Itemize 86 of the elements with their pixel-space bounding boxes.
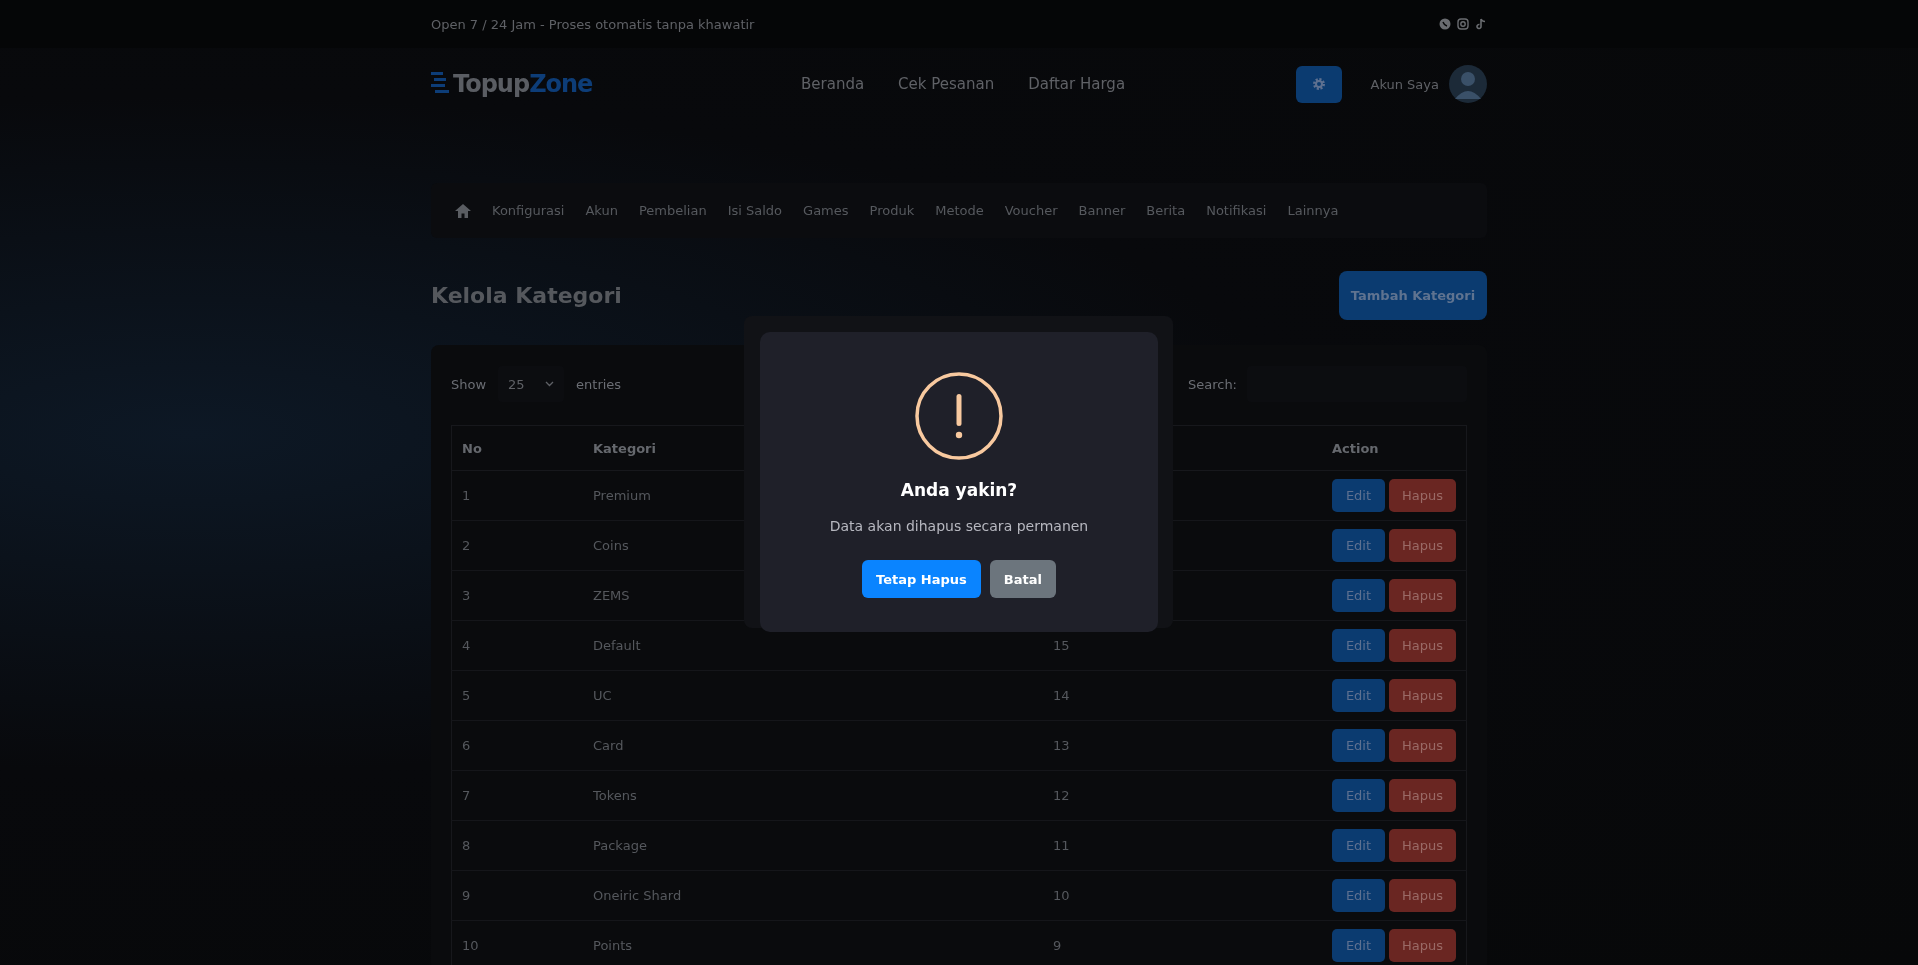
column-header: No xyxy=(462,440,482,456)
confirm-button[interactable]: Tetap Hapus xyxy=(862,560,981,598)
table-cell: 3 xyxy=(462,588,471,603)
table-cell: 9 xyxy=(462,888,471,903)
chat-icon[interactable] xyxy=(1439,18,1451,30)
menu-item[interactable]: Pembelian xyxy=(638,203,707,218)
camera-icon[interactable] xyxy=(1457,18,1469,30)
delete-button[interactable]: Hapus xyxy=(1389,829,1456,862)
gear-icon xyxy=(1312,77,1327,91)
menu-item[interactable]: Isi Saldo xyxy=(727,203,783,218)
edit-button[interactable]: Edit xyxy=(1332,479,1385,512)
search-label: Search: xyxy=(1187,376,1237,392)
music-note-icon[interactable] xyxy=(1475,18,1487,30)
caret-icon xyxy=(545,381,555,387)
delete-button[interactable]: Hapus xyxy=(1389,729,1456,762)
nav-link[interactable]: Cek Pesanan xyxy=(898,75,995,93)
edit-button[interactable]: Edit xyxy=(1332,679,1385,712)
table-cell: Default xyxy=(593,638,641,653)
delete-button[interactable]: Hapus xyxy=(1389,679,1456,712)
cancel-button[interactable]: Batal xyxy=(989,560,1056,598)
menu-item[interactable]: Berita xyxy=(1146,203,1186,218)
table-cell: 2 xyxy=(462,538,471,553)
edit-button[interactable]: Edit xyxy=(1332,879,1385,912)
logo-text[interactable]: TopupZone xyxy=(453,70,593,98)
settings-button[interactable] xyxy=(1296,65,1343,103)
table-cell: 7 xyxy=(462,788,471,803)
dialog-message: Data akan dihapus secara permanen xyxy=(829,518,1089,534)
table-cell: 12 xyxy=(1053,788,1070,803)
edit-button[interactable]: Edit xyxy=(1332,929,1385,962)
table-cell: UC xyxy=(593,688,612,703)
entries-label: entries xyxy=(576,376,622,392)
edit-button[interactable]: Edit xyxy=(1332,579,1385,612)
table-cell: 1 xyxy=(462,488,471,503)
edit-button[interactable]: Edit xyxy=(1332,529,1385,562)
table-cell: Package xyxy=(593,838,647,853)
add-category-button[interactable]: Tambah Kategori xyxy=(1339,271,1487,320)
table-cell: Tokens xyxy=(593,788,637,803)
delete-button[interactable]: Hapus xyxy=(1389,529,1456,562)
tagline: Open 7 / 24 Jam - Proses otomatis tanpa khawatir xyxy=(431,16,755,32)
delete-button[interactable]: Hapus xyxy=(1389,929,1456,962)
table-cell: ZEMS xyxy=(593,588,630,603)
table-cell: Card xyxy=(593,738,624,753)
delete-button[interactable]: Hapus xyxy=(1389,479,1456,512)
menu-item[interactable]: Games xyxy=(803,203,849,218)
table-cell: 13 xyxy=(1053,738,1070,753)
table-cell: 14 xyxy=(1053,688,1070,703)
table-cell: Points xyxy=(593,938,633,953)
column-header: Kategori xyxy=(593,440,656,456)
delete-button[interactable]: Hapus xyxy=(1389,879,1456,912)
column-header: Action xyxy=(1332,440,1379,456)
menu-item[interactable]: Notifikasi xyxy=(1206,203,1267,218)
table-cell: Premium xyxy=(593,488,651,503)
dialog-title: Anda yakin? xyxy=(900,480,1018,500)
menu-item[interactable]: Produk xyxy=(869,203,915,218)
table-cell: 8 xyxy=(462,838,471,853)
avatar-icon[interactable] xyxy=(1449,65,1487,103)
menu-item[interactable]: Voucher xyxy=(1004,203,1058,218)
menu-item[interactable]: Lainnya xyxy=(1287,203,1339,218)
table-cell: 10 xyxy=(462,938,479,953)
delete-button[interactable]: Hapus xyxy=(1389,779,1456,812)
table-cell: 11 xyxy=(1053,838,1070,853)
menu-item[interactable]: Akun xyxy=(585,203,618,218)
show-label: Show xyxy=(451,376,487,392)
table-cell: 15 xyxy=(1053,638,1070,653)
edit-button[interactable]: Edit xyxy=(1332,629,1385,662)
account-link[interactable]: Akun Saya xyxy=(1370,76,1439,92)
delete-button[interactable]: Hapus xyxy=(1389,629,1456,662)
menu-item[interactable]: Banner xyxy=(1078,203,1126,218)
page-title: Kelola Kategori xyxy=(431,283,622,308)
warning-icon xyxy=(915,372,1003,460)
table-cell: Coins xyxy=(593,538,629,553)
menu-item[interactable]: Konfigurasi xyxy=(492,203,565,218)
home-icon[interactable] xyxy=(455,203,471,218)
table-cell: 5 xyxy=(462,688,471,703)
edit-button[interactable]: Edit xyxy=(1332,779,1385,812)
edit-button[interactable]: Edit xyxy=(1332,729,1385,762)
nav-link[interactable]: Daftar Harga xyxy=(1028,75,1126,93)
nav-link[interactable]: Beranda xyxy=(801,75,865,93)
table-cell: 6 xyxy=(462,738,471,753)
delete-button[interactable]: Hapus xyxy=(1389,579,1456,612)
table-cell: 9 xyxy=(1053,938,1062,953)
table-cell: 10 xyxy=(1053,888,1070,903)
edit-button[interactable]: Edit xyxy=(1332,829,1385,862)
menu-item[interactable]: Metode xyxy=(935,203,984,218)
table-cell: 4 xyxy=(462,638,471,653)
table-cell: Oneiric Shard xyxy=(593,888,682,903)
